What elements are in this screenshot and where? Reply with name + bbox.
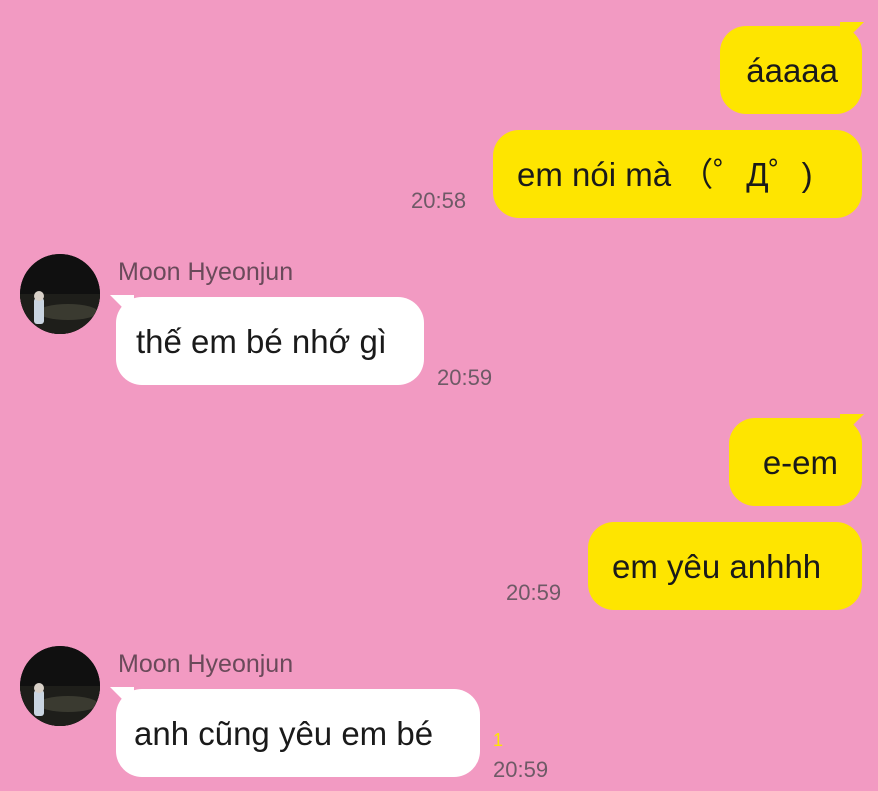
unread-count: 1	[493, 730, 504, 750]
message-bubble-outgoing[interactable]: áaaaa	[720, 26, 862, 114]
message-text: e-em	[762, 443, 838, 481]
message-bubble-incoming[interactable]: anh cũng yêu em bé	[116, 689, 480, 777]
message-text: em yêu anhhh	[612, 547, 822, 585]
chat-message-list[interactable]: áaaaa em nói mà （゜Д゜) 20:58 Moon Hyeonju…	[0, 0, 878, 791]
message-timestamp: 20:59	[437, 365, 493, 390]
message-timestamp: 20:58	[411, 188, 467, 213]
sender-name: Moon Hyeonjun	[118, 650, 294, 678]
message-timestamp: 20:59	[493, 757, 549, 782]
avatar[interactable]	[20, 646, 100, 726]
profile-photo-icon	[20, 646, 100, 726]
message-text: anh cũng yêu em bé	[134, 714, 434, 752]
message-timestamp: 20:59	[506, 580, 562, 605]
profile-photo-icon	[20, 254, 100, 334]
sender-name: Moon Hyeonjun	[118, 258, 294, 286]
avatar[interactable]	[20, 254, 100, 334]
message-bubble-outgoing[interactable]: em yêu anhhh	[588, 522, 862, 610]
message-bubble-incoming[interactable]: thế em bé nhớ gì	[116, 297, 424, 385]
message-text: thế em bé nhớ gì	[136, 322, 387, 360]
message-bubble-outgoing[interactable]: e-em	[729, 418, 862, 506]
message-text: áaaaa	[746, 51, 838, 89]
message-text: em nói mà （゜Д゜)	[517, 155, 813, 193]
message-bubble-outgoing[interactable]: em nói mà （゜Д゜)	[493, 130, 862, 218]
